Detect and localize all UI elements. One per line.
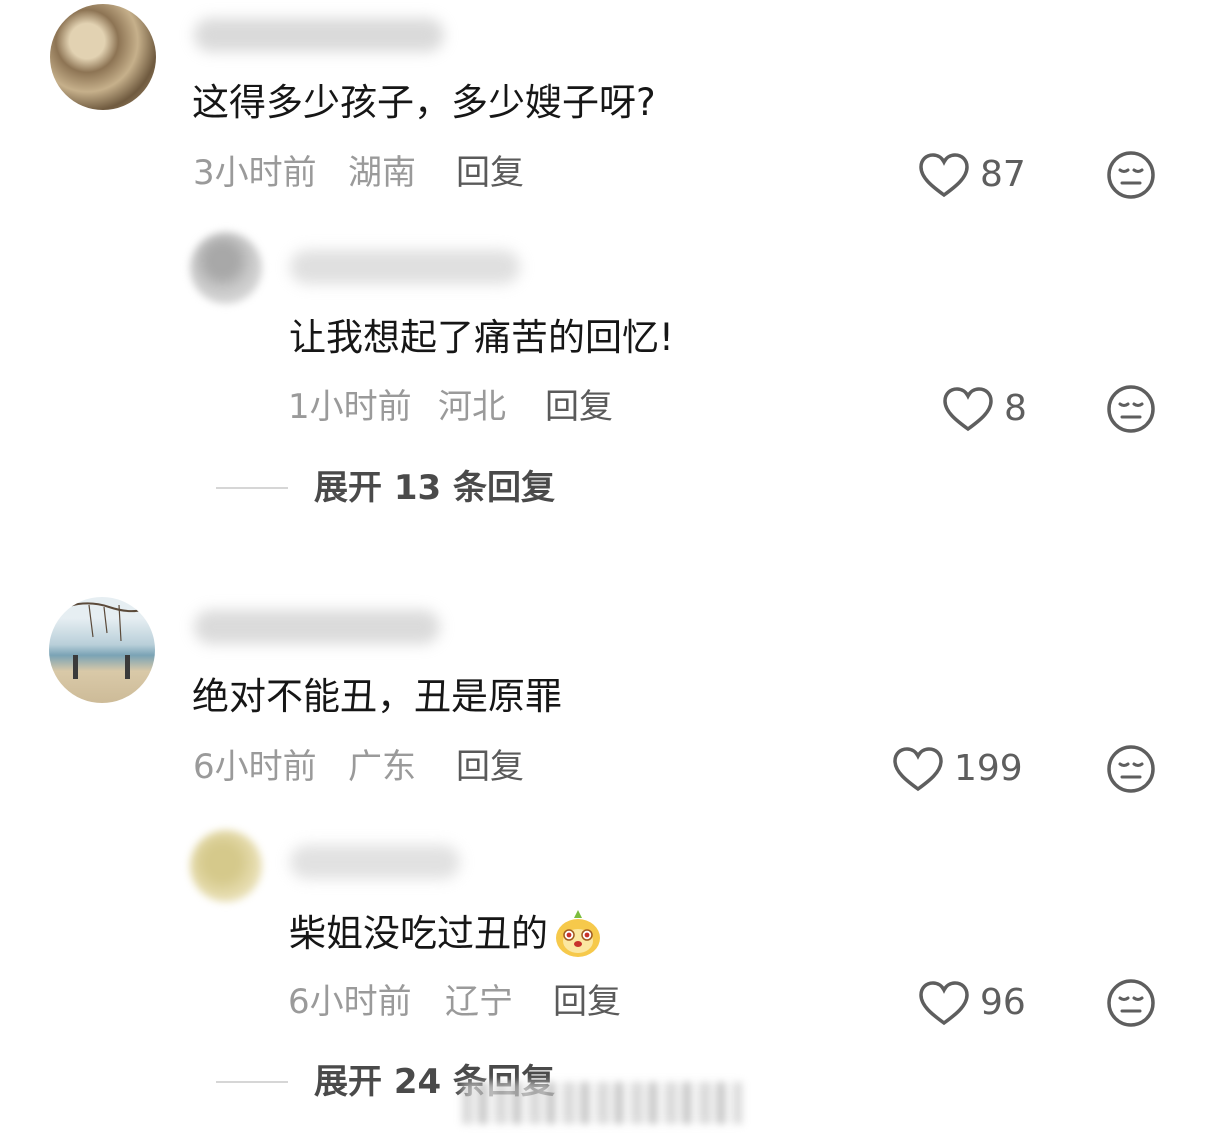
- reply-location: 辽宁: [445, 982, 513, 1022]
- dislike-face-icon[interactable]: [1106, 978, 1156, 1028]
- like-button[interactable]: 96: [918, 978, 1026, 1028]
- username-blurred[interactable]: [194, 610, 440, 644]
- reply-button[interactable]: 回复: [553, 980, 621, 1024]
- reply-username-blurred[interactable]: [290, 845, 460, 879]
- watermark: [462, 1082, 742, 1124]
- avatar[interactable]: [49, 597, 155, 703]
- like-count: 96: [980, 982, 1026, 1023]
- dog-emoji-icon: [556, 910, 600, 957]
- comment-time: 6小时前: [193, 747, 317, 787]
- beach-scene-icon: [49, 602, 155, 679]
- reply-text-content: 柴姐没吃过丑的: [289, 912, 548, 955]
- reply-button[interactable]: 回复: [456, 745, 524, 789]
- heart-icon: [893, 747, 943, 792]
- comment-location: 广东: [348, 747, 416, 787]
- comment-item: 绝对不能丑，丑是原罪 6小时前 广东 回复 199 柴姐没吃过丑的 6小时前 辽…: [0, 0, 1206, 1139]
- heart-icon: [919, 981, 969, 1026]
- reply-time: 6小时前: [288, 982, 412, 1022]
- comment-text: 绝对不能丑，丑是原罪: [192, 675, 562, 718]
- like-count: 199: [954, 748, 1023, 789]
- reply-avatar[interactable]: [190, 830, 262, 902]
- reply-text: 柴姐没吃过丑的: [289, 908, 604, 960]
- dislike-face-icon[interactable]: [1106, 744, 1156, 794]
- like-button[interactable]: 199: [892, 744, 1023, 794]
- divider-line: [216, 1081, 288, 1083]
